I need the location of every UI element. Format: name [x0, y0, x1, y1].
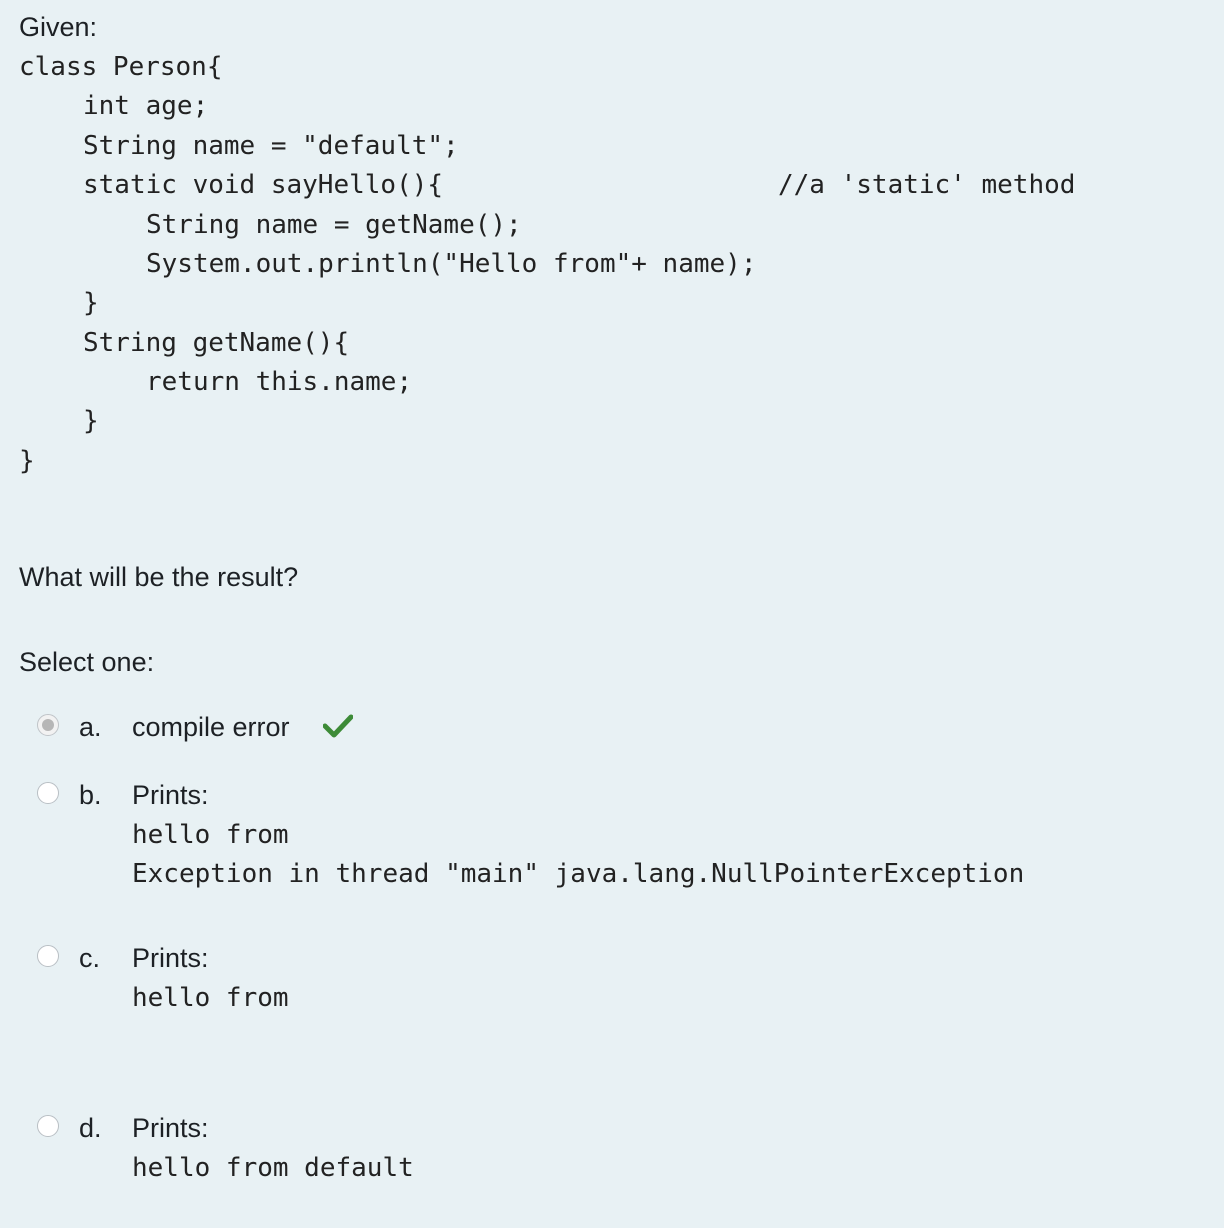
code-line: System.out.println("Hello from"+ name);	[146, 249, 757, 279]
option-c-radio[interactable]	[37, 945, 59, 967]
option-d-label[interactable]: Prints:	[132, 1112, 209, 1144]
question-prompt: What will be the result?	[19, 562, 299, 592]
code-line: int age;	[83, 91, 209, 121]
option-d-output-line: hello from default	[132, 1153, 414, 1183]
option-b-letter: b.	[79, 780, 102, 810]
option-a-radio[interactable]	[37, 714, 59, 736]
code-line: String getName(){	[83, 328, 350, 358]
code-line: String name = "default";	[83, 131, 459, 161]
option-c-letter: c.	[79, 943, 101, 973]
option-a-letter: a.	[79, 712, 102, 742]
option-d-letter: d.	[79, 1113, 102, 1143]
code-line: class Person{	[19, 52, 223, 82]
code-line: static void sayHello(){	[83, 170, 444, 200]
option-b-radio[interactable]	[37, 782, 59, 804]
option-b-label[interactable]: Prints:	[132, 779, 209, 811]
option-a-label[interactable]: compile error	[132, 711, 290, 743]
code-line: }	[83, 406, 99, 436]
option-c-label[interactable]: Prints:	[132, 942, 209, 974]
option-c-output-line: hello from	[132, 983, 289, 1013]
option-b-output-line: hello from	[132, 820, 289, 850]
select-one-label: Select one:	[19, 647, 155, 677]
code-comment: //a 'static' method	[778, 170, 1076, 200]
question-intro: Given:	[19, 12, 98, 42]
option-b-output-line: Exception in thread "main" java.lang.Nul…	[132, 859, 1025, 889]
code-line: }	[19, 446, 35, 476]
code-line: String name = getName();	[146, 210, 522, 240]
code-line: return this.name;	[146, 367, 413, 397]
option-d-radio[interactable]	[37, 1115, 59, 1137]
correct-check-icon	[323, 714, 353, 738]
code-line: }	[83, 288, 99, 318]
